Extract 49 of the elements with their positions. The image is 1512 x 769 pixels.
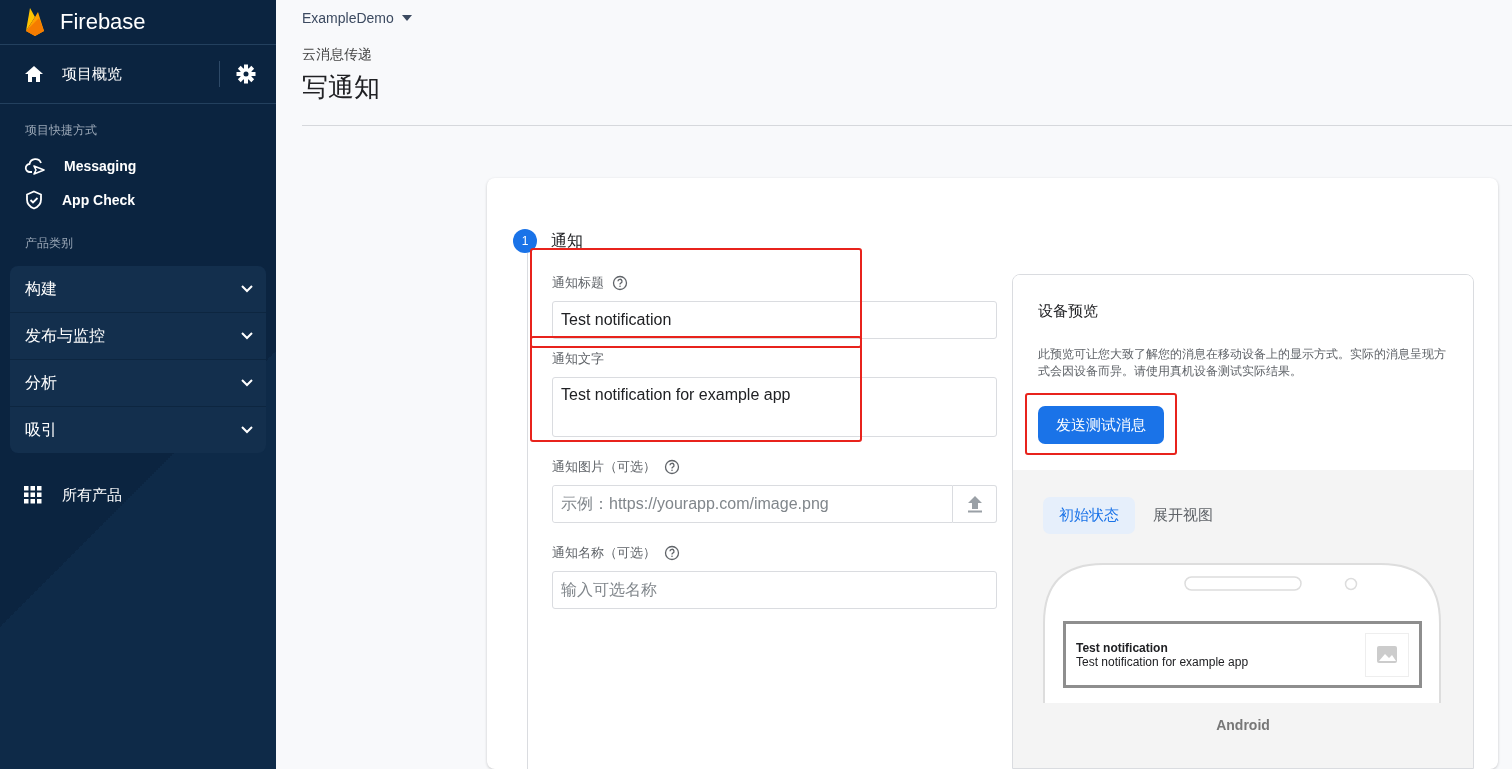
upload-icon [966,495,983,513]
flame-logo-icon [24,7,46,37]
send-test-button[interactable]: 发送测试消息 [1038,406,1164,444]
category-item[interactable]: 发布与监控 [10,313,266,360]
home-icon [24,65,44,83]
text-field[interactable]: 输入可选名称 [552,571,997,609]
notification-title: Test notification [1076,640,1169,655]
category-item[interactable]: 分析 [10,360,266,407]
field-label: 通知标题 [552,274,604,292]
cloud-send-icon [24,157,46,175]
preview-title: 设备预览 [1038,302,1099,321]
platform-label: Android [1215,717,1271,733]
text-area-field[interactable]: Test notification for example app [552,377,997,437]
brand-name: Firebase [60,9,146,35]
nav-link[interactable]: 所有产品 [62,485,122,505]
breadcrumb: 云消息传递 [302,46,373,64]
nav-link[interactable]: Messaging [64,158,137,174]
chevron-icon [241,426,253,434]
preview-description: 此预览可让您大致了解您的消息在移动设备上的显示方式。实际的消息呈现方式会因设备而异。请使用真机设备测试实际结果。 [1038,346,1447,380]
preview-tab[interactable]: 初始状态 [1043,497,1135,534]
project-selector[interactable]: ExampleDemo [302,10,394,26]
settings-icon[interactable] [236,64,256,84]
field-label: 通知名称（可选） [552,544,656,562]
help-icon[interactable] [664,545,680,561]
chevron-icon [241,285,253,293]
section-heading: 产品类别 [24,235,74,252]
text-field[interactable]: Test notification [552,301,997,339]
preview-tab[interactable]: 展开视图 [1137,497,1229,534]
step-number: 1 [513,229,537,253]
nav-link[interactable]: 项目概览 [62,64,219,84]
category-item[interactable]: 构建 [10,266,266,313]
field-label: 通知文字 [552,350,604,368]
help-icon[interactable] [664,459,680,475]
page-title: 写通知 [302,71,381,104]
shield-check-icon [24,190,44,210]
upload-button[interactable] [953,485,997,523]
grid-icon [24,486,42,504]
section-heading: 项目快捷方式 [24,122,98,139]
nav-link[interactable]: App Check [62,192,136,208]
dropdown-icon[interactable] [401,15,412,21]
notification-body: Test notification for example app [1076,654,1250,669]
field-label: 通知图片（可选） [552,458,656,476]
help-icon[interactable] [612,275,628,291]
image-placeholder-icon [1365,632,1409,677]
chevron-icon [241,379,253,387]
category-item[interactable]: 吸引 [10,407,266,453]
image-url-field[interactable]: 示例：https://yourapp.com/image.png [552,485,953,523]
step-title: 通知 [551,230,583,251]
chevron-icon [241,332,253,340]
